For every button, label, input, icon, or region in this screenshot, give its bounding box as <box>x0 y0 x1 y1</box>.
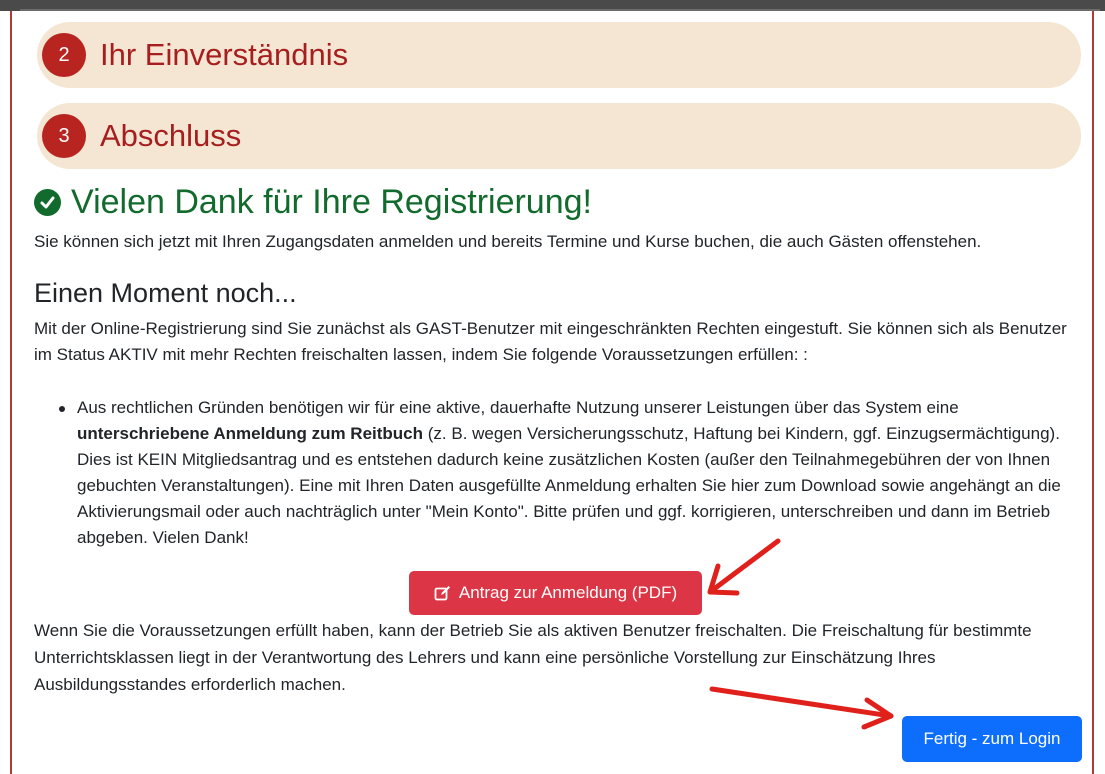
step-panel-einverstaendnis[interactable]: 2 Ihr Einverständnis <box>37 22 1081 88</box>
window-top-bar <box>0 0 1105 11</box>
finish-login-label: Fertig - zum Login <box>923 729 1061 748</box>
success-heading-text: Vielen Dank für Ihre Registrierung! <box>71 183 592 221</box>
download-pdf-label: Antrag zur Anmeldung (PDF) <box>458 583 678 602</box>
step-number-badge: 2 <box>42 33 86 77</box>
list-item-bold-text: unterschriebene Anmeldung zum Reitbuch <box>77 424 424 443</box>
edit-icon <box>434 585 451 602</box>
step-number-badge: 3 <box>42 114 86 158</box>
frame-border-right <box>1092 11 1094 774</box>
section-heading: Einen Moment noch... <box>34 278 297 308</box>
activation-paragraph: Wenn Sie die Voraussetzungen erfüllt hab… <box>34 621 1032 694</box>
list-item-text-before: Aus rechtlichen Gründen benötigen wir fü… <box>77 398 959 417</box>
requirements-list: Aus rechtlichen Gründen benötigen wir fü… <box>34 395 1084 551</box>
step-title: Abschluss <box>100 118 242 153</box>
download-pdf-button[interactable]: Antrag zur Anmeldung (PDF) <box>409 571 702 615</box>
step-title: Ihr Einverständnis <box>100 37 349 72</box>
list-item: Aus rechtlichen Gründen benötigen wir fü… <box>34 395 1084 551</box>
success-heading: Vielen Dank für Ihre Registrierung! <box>34 183 592 222</box>
step-panel-abschluss[interactable]: 3 Abschluss <box>37 103 1081 169</box>
check-circle-icon <box>34 189 61 216</box>
bullet-dot <box>59 406 65 412</box>
top-bar-line <box>20 9 1100 11</box>
finish-login-button[interactable]: Fertig - zum Login <box>902 716 1082 762</box>
intro-text: Sie können sich jetzt mit Ihren Zugangsd… <box>34 232 982 251</box>
requirements-paragraph: Mit der Online-Registrierung sind Sie zu… <box>34 319 1067 364</box>
frame-border-left <box>10 11 12 774</box>
